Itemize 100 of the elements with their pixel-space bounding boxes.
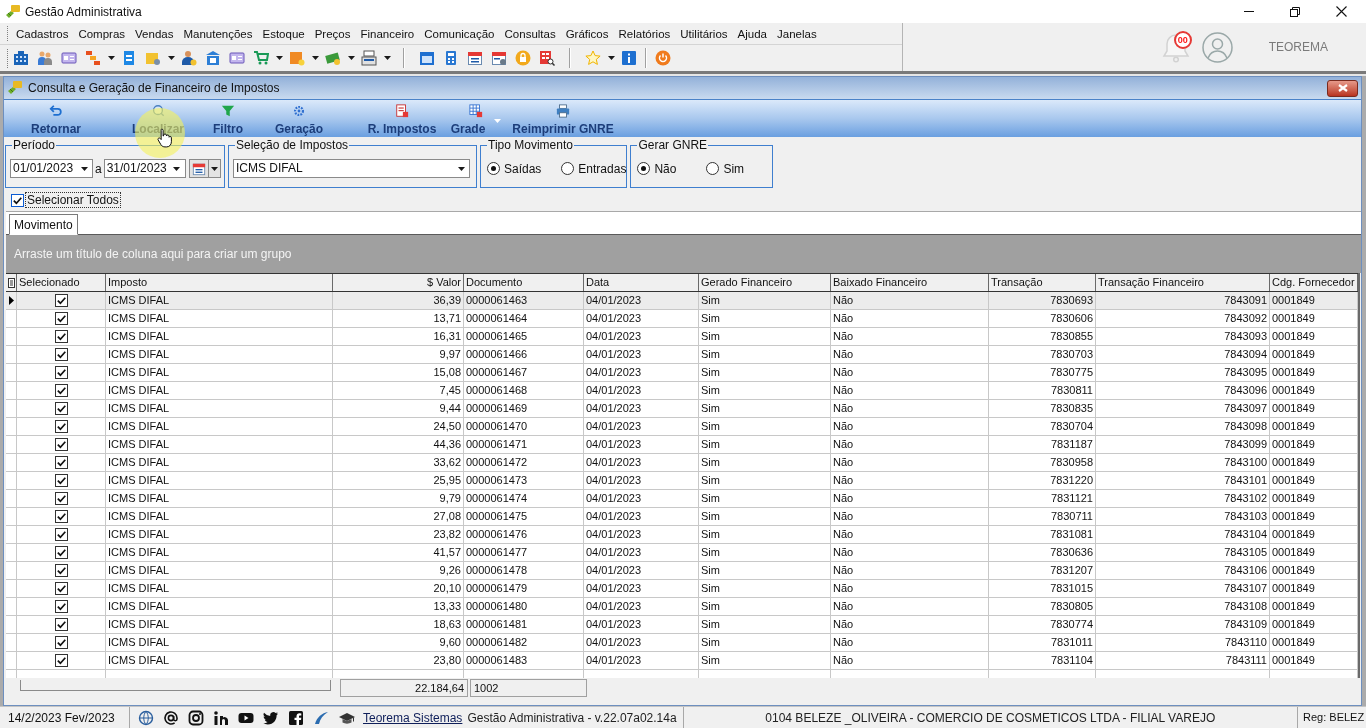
- checkbox[interactable]: [54, 654, 68, 667]
- people-icon[interactable]: [37, 50, 53, 66]
- table-row[interactable]: ICMS DIFAL 33,62 0000061472 04/01/2023 Sim Não 7830958 7843100 0001849: [6, 454, 1358, 472]
- column-header[interactable]: Selecionado: [17, 274, 106, 291]
- power-icon[interactable]: [655, 50, 671, 66]
- table-row[interactable]: ICMS DIFAL 24,50 0000061470 04/01/2023 Sim Não 7830704 7843098 0001849: [6, 418, 1358, 436]
- org-chart-icon[interactable]: [85, 50, 101, 66]
- table-row[interactable]: ICMS DIFAL 9,60 0000061482 04/01/2023 Sim Não 7831011 7843110 0001849: [6, 634, 1358, 652]
- close-button[interactable]: [1327, 79, 1358, 97]
- checkbox[interactable]: [54, 438, 68, 451]
- checkbox[interactable]: [54, 474, 68, 487]
- column-chooser-icon[interactable]: [7, 277, 15, 288]
- column-header[interactable]: Imposto: [106, 274, 333, 291]
- checkbox[interactable]: [54, 402, 68, 415]
- menu-item[interactable]: Vendas: [130, 24, 179, 43]
- star-icon[interactable]: [585, 50, 601, 66]
- table-row[interactable]: ICMS DIFAL 9,97 0000061466 04/01/2023 Sim Não 7830703 7843094 0001849: [6, 346, 1358, 364]
- maximize-icon[interactable]: [1290, 6, 1300, 17]
- scrollbar[interactable]: [20, 680, 331, 691]
- toolbar-button[interactable]: Retornar: [16, 100, 96, 137]
- checkbox[interactable]: [54, 420, 68, 433]
- menu-item[interactable]: Compras: [73, 24, 131, 43]
- checkbox[interactable]: [54, 564, 68, 577]
- table-row[interactable]: ICMS DIFAL 13,33 0000061480 04/01/2023 Sim Não 7830805 7843108 0001849: [6, 598, 1358, 616]
- box-icon[interactable]: [145, 50, 161, 66]
- table-row[interactable]: ICMS DIFAL 20,10 0000061479 04/01/2023 Sim Não 7831015 7843107 0001849: [6, 580, 1358, 598]
- calculator-icon[interactable]: [443, 50, 459, 66]
- close-icon[interactable]: [1335, 6, 1347, 17]
- column-header[interactable]: $ Valor: [333, 274, 464, 291]
- cash-register-icon[interactable]: [361, 50, 377, 66]
- caret-icon[interactable]: [384, 56, 391, 60]
- id-card-icon[interactable]: [229, 50, 245, 66]
- caret-icon[interactable]: [210, 166, 218, 171]
- column-header[interactable]: Transação Financeiro: [1096, 274, 1270, 291]
- toolbar-button[interactable]: Grade: [446, 100, 506, 137]
- menu-item[interactable]: Financeiro: [355, 24, 420, 43]
- f-square-icon[interactable]: [288, 709, 304, 726]
- checkbox[interactable]: [54, 366, 68, 379]
- menu-item[interactable]: Utilitários: [675, 24, 733, 43]
- money-icon[interactable]: [325, 50, 341, 66]
- person-coin-icon[interactable]: [181, 50, 197, 66]
- calendar-icon[interactable]: [419, 50, 435, 66]
- at-sign-icon[interactable]: [163, 709, 179, 726]
- toolbar-button[interactable]: Filtro: [198, 100, 258, 137]
- checkbox[interactable]: [54, 618, 68, 631]
- caret-icon[interactable]: [457, 166, 465, 171]
- table-row[interactable]: ICMS DIFAL 9,26 0000061478 04/01/2023 Sim Não 7831207 7843106 0001849: [6, 562, 1358, 580]
- table-row[interactable]: ICMS DIFAL 7,45 0000061468 04/01/2023 Sim Não 7830811 7843096 0001849: [6, 382, 1358, 400]
- column-header[interactable]: Baixado Financeiro: [831, 274, 989, 291]
- checkbox[interactable]: [54, 348, 68, 361]
- select-field[interactable]: ICMS DIFAL: [233, 159, 470, 178]
- checkbox[interactable]: [54, 582, 68, 595]
- checkbox[interactable]: [54, 456, 68, 469]
- checkbox[interactable]: [54, 294, 68, 307]
- table-row[interactable]: ICMS DIFAL 36,39 0000061463 04/01/2023 Sim Não 7830693 7843091 0001849: [6, 292, 1358, 310]
- cart-icon[interactable]: [253, 50, 269, 66]
- calendar-icon[interactable]: [467, 50, 483, 66]
- table-row[interactable]: ICMS DIFAL 9,79 0000061474 04/01/2023 Sim Não 7831121 7843102 0001849: [6, 490, 1358, 508]
- column-header[interactable]: Documento: [464, 274, 584, 291]
- info-icon[interactable]: [621, 50, 637, 66]
- checkbox[interactable]: [54, 636, 68, 649]
- caret-icon[interactable]: [348, 56, 355, 60]
- checkbox[interactable]: [54, 384, 68, 397]
- tab[interactable]: Movimento: [9, 214, 78, 235]
- menu-item[interactable]: Consultas: [499, 24, 561, 43]
- caret-icon[interactable]: [108, 56, 115, 60]
- table-row[interactable]: ICMS DIFAL 13,71 0000061464 04/01/2023 Sim Não 7830606 7843092 0001849: [6, 310, 1358, 328]
- table-row[interactable]: ICMS DIFAL 15,08 0000061467 04/01/2023 Sim Não 7830775 7843095 0001849: [6, 364, 1358, 382]
- caret-icon[interactable]: [168, 56, 175, 60]
- website-link[interactable]: Teorema Sistemas: [363, 708, 463, 727]
- radio-button[interactable]: [561, 162, 575, 175]
- caret-icon[interactable]: [173, 166, 181, 171]
- caret-icon[interactable]: [276, 56, 283, 60]
- table-row[interactable]: ICMS DIFAL 16,31 0000061465 04/01/2023 Sim Não 7830855 7843093 0001849: [6, 328, 1358, 346]
- date-field[interactable]: 31/01/2023: [103, 159, 186, 178]
- camera-icon[interactable]: [188, 709, 204, 726]
- table-row[interactable]: ICMS DIFAL 44,36 0000061471 04/01/2023 Sim Não 7831187 7843099 0001849: [6, 436, 1358, 454]
- bird-icon[interactable]: [263, 709, 279, 726]
- table-row[interactable]: ICMS DIFAL 9,44 0000061469 04/01/2023 Sim Não 7830835 7843097 0001849: [6, 400, 1358, 418]
- calendar-gear-icon[interactable]: [491, 50, 507, 66]
- table-row[interactable]: ICMS DIFAL 41,57 0000061477 04/01/2023 Sim Não 7830636 7843105 0001849: [6, 544, 1358, 562]
- table-row[interactable]: ICMS DIFAL 27,08 0000061475 04/01/2023 Sim Não 7830711 7843103 0001849: [6, 508, 1358, 526]
- toolbar-button[interactable]: Geração: [264, 100, 334, 137]
- toolbar-button[interactable]: R. Impostos: [360, 100, 444, 137]
- menu-item[interactable]: Janelas: [772, 24, 822, 43]
- menu-item[interactable]: Gráficos: [560, 24, 614, 43]
- checkbox[interactable]: [54, 600, 68, 613]
- caret-icon[interactable]: [312, 56, 319, 60]
- menu-item[interactable]: Comunicação: [419, 24, 500, 43]
- table-row[interactable]: ICMS DIFAL 23,80 0000061483 04/01/2023 Sim Não 7831104 7843111 0001849: [6, 652, 1358, 670]
- radio-button[interactable]: [706, 162, 720, 175]
- table-row[interactable]: ICMS DIFAL 25,95 0000061473 04/01/2023 Sim Não 7831220 7843101 0001849: [6, 472, 1358, 490]
- column-header[interactable]: Gerado Financeiro: [699, 274, 831, 291]
- menu-item[interactable]: Cadastros: [11, 24, 74, 43]
- checkbox[interactable]: [54, 528, 68, 541]
- radio-button[interactable]: [487, 162, 500, 175]
- bank-icon[interactable]: [205, 50, 221, 66]
- globe-icon[interactable]: [138, 709, 154, 726]
- menu-item[interactable]: Preços: [309, 24, 356, 43]
- column-header[interactable]: Data: [584, 274, 699, 291]
